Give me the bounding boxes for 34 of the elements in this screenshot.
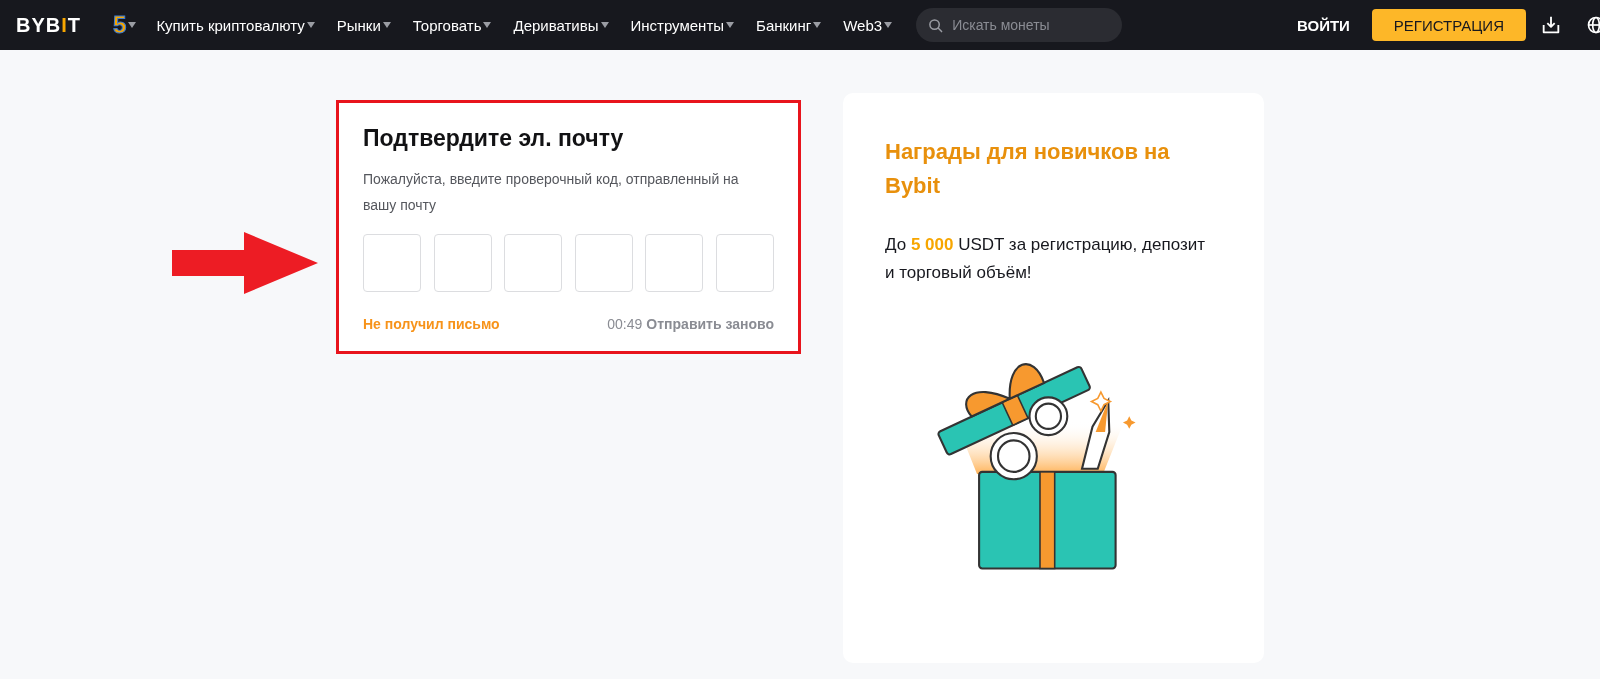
- caret-icon[interactable]: [382, 22, 391, 28]
- card-description: Пожалуйста, введите проверочный код, отправленный на вашу почту: [363, 170, 740, 215]
- register-button[interactable]: РЕГИСТРАЦИЯ: [1371, 9, 1526, 41]
- caret-icon[interactable]: [726, 22, 735, 28]
- search-field[interactable]: Искать монеты: [916, 8, 1123, 42]
- logo[interactable]: BYBIT: [16, 13, 81, 37]
- code-digit-field[interactable]: [645, 234, 704, 292]
- caret-icon[interactable]: [813, 22, 822, 28]
- caret-icon: [128, 22, 137, 28]
- caret-icon[interactable]: [600, 22, 609, 28]
- code-digit-field[interactable]: [715, 234, 774, 292]
- caret-icon[interactable]: [483, 22, 492, 28]
- login-link[interactable]: ВОЙТИ: [1297, 16, 1350, 34]
- nav-menu-item[interactable]: Инструменты: [630, 16, 725, 34]
- search-icon: [928, 18, 944, 33]
- caret-icon[interactable]: [306, 22, 315, 28]
- nav-menu-item[interactable]: Деривативы: [513, 16, 599, 34]
- nav-menu-item[interactable]: Купить криптовалюту: [156, 16, 305, 34]
- promo-title: Награды для новичков на Bybit: [885, 138, 1171, 200]
- nav-menu-item[interactable]: Web3: [843, 16, 883, 34]
- anniversary-badge[interactable]: 5: [113, 11, 127, 39]
- download-icon[interactable]: [1540, 14, 1562, 36]
- caret-icon[interactable]: [884, 22, 893, 28]
- code-digit-field[interactable]: [433, 234, 492, 292]
- code-digit-field[interactable]: [504, 234, 563, 292]
- promo-text: До 5 000 USDT за регистрацию, депозит и торговый объём!: [885, 234, 1206, 284]
- card-title: Подтвердите эл. почту: [363, 125, 625, 152]
- countdown-timer: 00:49: [607, 316, 643, 332]
- globe-icon[interactable]: [1586, 15, 1600, 35]
- nav-menu-item[interactable]: Торговать: [412, 16, 482, 34]
- code-digit-field[interactable]: [574, 234, 633, 292]
- nav-menu-item[interactable]: Рынки: [336, 16, 381, 34]
- nav-menu-item[interactable]: Банкинг: [756, 16, 812, 34]
- code-digit-field[interactable]: [363, 234, 421, 292]
